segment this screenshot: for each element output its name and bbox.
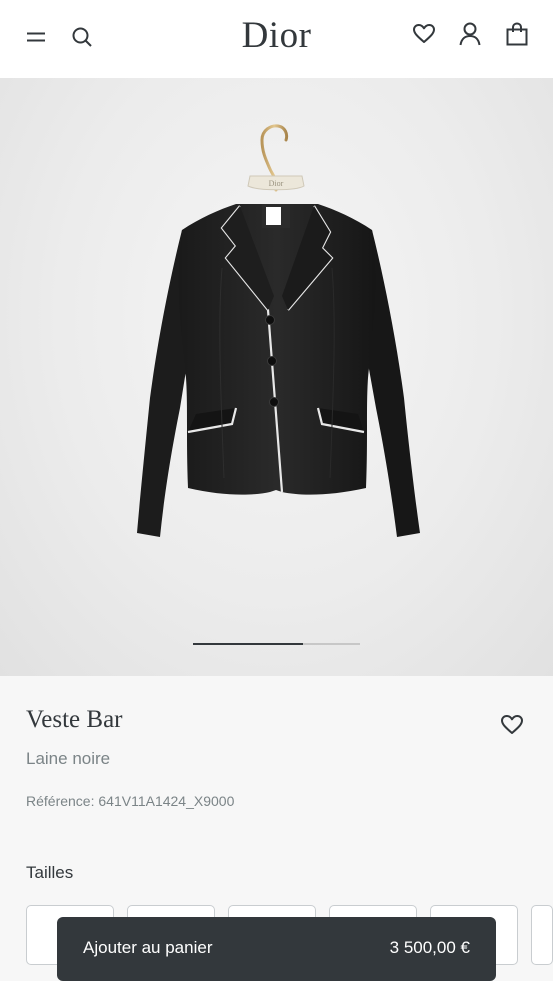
user-icon[interactable] bbox=[458, 21, 482, 47]
wishlist-heart-icon[interactable] bbox=[500, 714, 524, 736]
add-to-cart-button[interactable]: Ajouter au panier 3 500,00 € bbox=[57, 917, 496, 981]
header: Dior bbox=[0, 0, 553, 78]
hanger-tag-text: Dior bbox=[269, 179, 284, 188]
price: 3 500,00 € bbox=[389, 938, 470, 957]
add-to-cart-label: Ajouter au panier bbox=[83, 938, 213, 957]
carousel-progress bbox=[193, 643, 360, 645]
jacket-image: Dior bbox=[137, 124, 420, 537]
size-option[interactable] bbox=[531, 905, 553, 965]
product-reference: Référence: 641V11A1424_X9000 bbox=[26, 793, 235, 809]
sizes-label: Tailles bbox=[26, 863, 74, 882]
product-image-carousel[interactable]: Dior bbox=[0, 78, 553, 676]
carousel-progress-fill bbox=[193, 643, 304, 645]
heart-icon[interactable] bbox=[412, 22, 436, 46]
bag-icon[interactable] bbox=[505, 21, 529, 47]
product-subtitle: Laine noire bbox=[26, 749, 111, 768]
product-title: Veste Bar bbox=[26, 706, 123, 733]
